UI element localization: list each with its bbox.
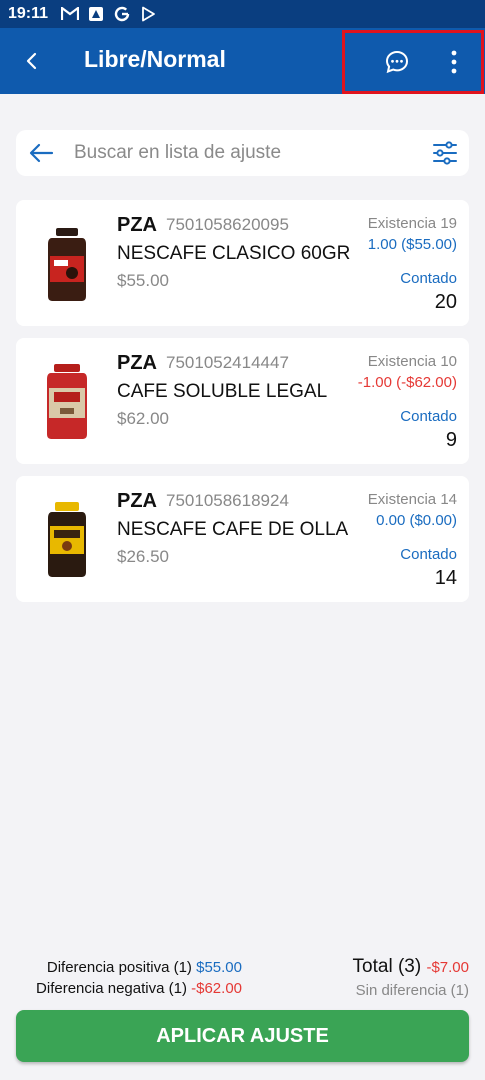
status-bar: 19:11: [0, 0, 485, 28]
counted-value: 14: [434, 567, 457, 589]
item-price: $26.50: [117, 547, 169, 566]
negative-difference-line: Diferencia negativa (1) -$62.00: [36, 978, 242, 999]
filter-sliders-icon[interactable]: [432, 140, 458, 166]
photos-icon: [86, 4, 106, 24]
positive-difference-label: Diferencia positiva (1): [46, 959, 192, 976]
product-image: [48, 228, 86, 301]
item-unit: PZA: [117, 490, 157, 512]
item-existence: Existencia 19: [367, 215, 457, 232]
adjustment-item-card[interactable]: PZA 7501058618924 NESCAFE CAFE DE OLLA $…: [16, 476, 469, 602]
item-difference: -1.00 (-$62.00): [357, 374, 457, 391]
item-name: CAFE SOLUBLE LEGAL: [117, 381, 328, 402]
item-price: $62.00: [117, 409, 169, 428]
no-difference-count: Sin diferencia (1): [355, 982, 469, 999]
page-title: Libre/Normal: [84, 46, 226, 72]
app-bar: Libre/Normal: [0, 28, 485, 94]
item-barcode: 7501058620095: [166, 215, 289, 234]
more-options-button[interactable]: [438, 45, 470, 79]
total-summary: Total (3) -$7.00 Sin diferencia (1): [353, 956, 469, 999]
item-barcode: 7501052414447: [166, 353, 289, 372]
item-existence: Existencia 10: [367, 353, 457, 370]
counted-value: 9: [445, 429, 457, 451]
search-bar: [16, 130, 469, 176]
play-store-icon: [138, 4, 158, 24]
apply-adjustment-button[interactable]: APLICAR AJUSTE: [16, 1010, 469, 1062]
item-name: NESCAFE CLASICO 60GR: [117, 243, 351, 264]
product-image: [48, 502, 86, 577]
positive-difference-line: Diferencia positiva (1) $55.00: [36, 957, 242, 978]
counted-label: Contado: [400, 408, 457, 425]
chat-bubble-icon: [385, 50, 409, 74]
search-input[interactable]: [74, 138, 414, 168]
item-price: $55.00: [117, 271, 169, 290]
item-unit: PZA: [117, 352, 157, 374]
total-label: Total (3): [352, 956, 422, 977]
item-existence: Existencia 14: [367, 491, 457, 508]
difference-summary: Diferencia positiva (1) $55.00 Diferenci…: [36, 957, 242, 999]
chat-button[interactable]: [380, 45, 414, 79]
counted-value: 20: [434, 291, 457, 313]
more-vert-icon: [451, 50, 457, 74]
negative-difference-value: -$62.00: [191, 980, 242, 997]
product-image: [47, 364, 87, 439]
arrow-left-icon[interactable]: [28, 141, 54, 165]
gmail-icon: [60, 4, 80, 24]
status-time: 19:11: [8, 5, 49, 22]
counted-label: Contado: [400, 546, 457, 563]
adjustment-item-card[interactable]: PZA 7501058620095 NESCAFE CLASICO 60GR $…: [16, 200, 469, 326]
counted-label: Contado: [400, 270, 457, 287]
item-name: NESCAFE CAFE DE OLLA: [117, 519, 349, 540]
item-difference: 0.00 ($0.00): [376, 512, 457, 529]
item-barcode: 7501058618924: [166, 491, 289, 510]
google-icon: [112, 4, 132, 24]
adjustment-item-card[interactable]: PZA 7501052414447 CAFE SOLUBLE LEGAL $62…: [16, 338, 469, 464]
total-line: Total (3) -$7.00: [353, 956, 469, 978]
negative-difference-label: Diferencia negativa (1): [36, 980, 187, 997]
item-unit: PZA: [117, 214, 157, 236]
chevron-left-icon: [26, 52, 37, 70]
total-value: -$7.00: [426, 959, 469, 976]
back-button[interactable]: [16, 45, 48, 77]
item-difference: 1.00 ($55.00): [367, 236, 457, 253]
positive-difference-value: $55.00: [196, 959, 242, 976]
